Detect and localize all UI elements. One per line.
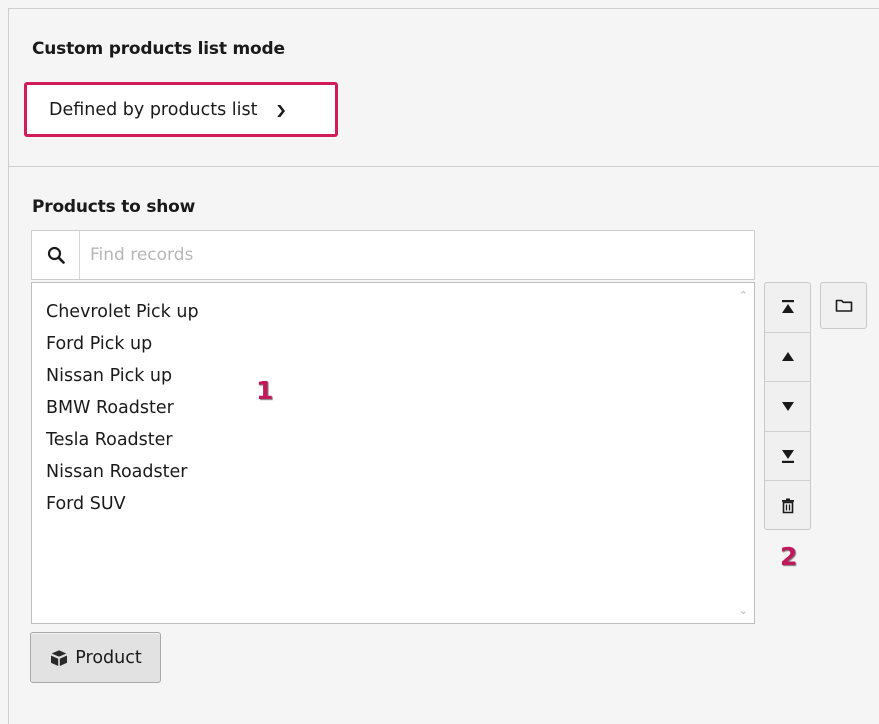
search-input[interactable] [80, 231, 754, 279]
search-icon[interactable] [32, 231, 80, 279]
scroll-down-icon[interactable]: ⌄ [739, 604, 748, 617]
move-to-bottom-button[interactable] [765, 432, 810, 482]
chevron-down-icon: ❯ [274, 102, 287, 117]
list-item[interactable]: Ford SUV [46, 488, 754, 520]
add-product-button[interactable]: Product [30, 632, 161, 683]
mode-label: Custom products list mode [32, 39, 285, 59]
scroll-up-icon[interactable]: ⌃ [739, 289, 748, 302]
folder-icon [835, 299, 852, 312]
section-divider [9, 166, 879, 167]
delete-button[interactable] [765, 481, 810, 531]
browse-records-button[interactable] [820, 282, 867, 329]
move-to-top-button[interactable] [765, 283, 810, 333]
annotation-marker-1: 1 [256, 376, 274, 405]
add-product-label: Product [75, 647, 142, 668]
move-down-button[interactable] [765, 382, 810, 432]
move-to-bottom-icon [781, 450, 794, 464]
search-box [31, 230, 755, 280]
move-up-button[interactable] [765, 333, 810, 383]
products-list[interactable]: Chevrolet Pick up Ford Pick up Nissan Pi… [31, 282, 755, 624]
list-item[interactable]: Nissan Roadster [46, 456, 754, 488]
list-item[interactable]: BMW Roadster [46, 392, 754, 424]
mode-select-value: Defined by products list [49, 99, 258, 120]
list-item[interactable]: Chevrolet Pick up [46, 296, 754, 328]
annotation-marker-2: 2 [780, 542, 798, 571]
sort-button-group [764, 282, 811, 530]
move-down-icon [781, 402, 794, 412]
product-icon [50, 649, 69, 666]
move-up-icon [781, 351, 794, 361]
mode-select[interactable]: Defined by products list ❯ [24, 82, 338, 137]
trash-icon [781, 498, 794, 514]
list-item[interactable]: Tesla Roadster [46, 424, 754, 456]
list-item[interactable]: Nissan Pick up [46, 360, 754, 392]
products-label: Products to show [32, 197, 196, 217]
move-to-top-icon [781, 300, 794, 314]
list-item[interactable]: Ford Pick up [46, 328, 754, 360]
